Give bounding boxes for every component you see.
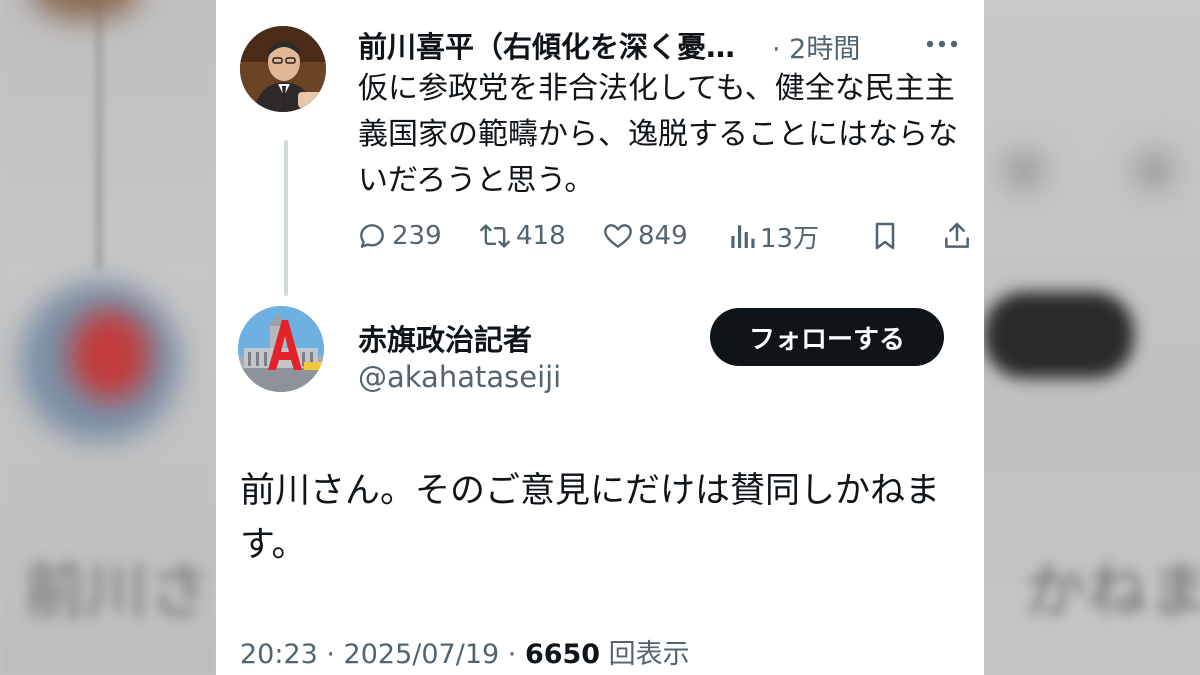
blurred-icon-b bbox=[1134, 150, 1174, 190]
author-name-maekawa[interactable]: 前川喜平（右傾化を深く憂… bbox=[358, 24, 735, 66]
thread-connector-line bbox=[284, 140, 288, 296]
blurred-thread-line bbox=[96, 0, 102, 270]
blurred-text-left: 前川さ bbox=[24, 554, 211, 627]
blurred-logo-a bbox=[70, 310, 150, 400]
author-name-akahataseiji[interactable]: 赤旗政治記者 bbox=[358, 317, 532, 359]
like-count: 849 bbox=[638, 221, 688, 251]
blurred-icon-a bbox=[1004, 150, 1044, 190]
heart-icon bbox=[604, 224, 632, 248]
avatar-portrait-icon bbox=[240, 26, 326, 112]
blurred-follow-button bbox=[984, 292, 1134, 378]
reply-icon bbox=[360, 224, 384, 248]
tweet-card: 前川喜平（右傾化を深く憂… · 2時間 仮に参政党を非合法化しても、健全な民主主… bbox=[216, 0, 984, 675]
parent-tweet-text: 仮に参政党を非合法化しても、健全な民主主義国家の範疇から、逸脱することにはならな… bbox=[358, 71, 958, 198]
tweet-timestamp-relative[interactable]: · 2時間 bbox=[772, 27, 860, 66]
tweet-view-label: 回表示 bbox=[600, 639, 690, 670]
author-handle[interactable]: @akahataseiji bbox=[358, 360, 561, 394]
bookmark-button[interactable] bbox=[870, 216, 900, 256]
tweet-view-count: 6650 bbox=[524, 639, 601, 670]
reply-count: 239 bbox=[392, 221, 442, 251]
follow-button[interactable]: フォローする bbox=[710, 308, 944, 366]
like-button[interactable]: 849 bbox=[602, 216, 688, 256]
tweet-action-bar: 239 418 849 13万 bbox=[356, 216, 969, 256]
more-icon[interactable] bbox=[922, 34, 962, 54]
avatar-maekawa[interactable] bbox=[240, 26, 326, 112]
bookmark-icon bbox=[875, 222, 895, 250]
reply-button[interactable]: 239 bbox=[356, 216, 442, 256]
share-button[interactable] bbox=[942, 216, 972, 256]
avatar-diet-building-icon bbox=[238, 306, 324, 392]
views-icon bbox=[731, 225, 755, 248]
views-count: 13万 bbox=[760, 223, 820, 254]
retweet-button[interactable]: 418 bbox=[478, 216, 566, 256]
tweet-timestamp[interactable]: 20:23 · 2025/07/19 · bbox=[240, 639, 525, 670]
blurred-avatar-top bbox=[30, 0, 140, 20]
blurred-text-right: かねま bbox=[1024, 554, 1200, 627]
main-tweet-text: 前川さん。そのご意見にだけは賛同しかねます。 bbox=[240, 471, 941, 565]
tweet-meta: 20:23 · 2025/07/19 · 6650 回表示 bbox=[240, 632, 690, 671]
blurred-right-panel: かねま bbox=[984, 0, 1200, 675]
avatar-akahataseiji[interactable] bbox=[238, 306, 324, 392]
retweet-icon bbox=[480, 224, 510, 248]
share-icon bbox=[945, 222, 969, 248]
retweet-count: 418 bbox=[516, 221, 566, 251]
blurred-left-panel: 前川さ bbox=[0, 0, 216, 675]
views-button[interactable]: 13万 bbox=[728, 216, 819, 256]
